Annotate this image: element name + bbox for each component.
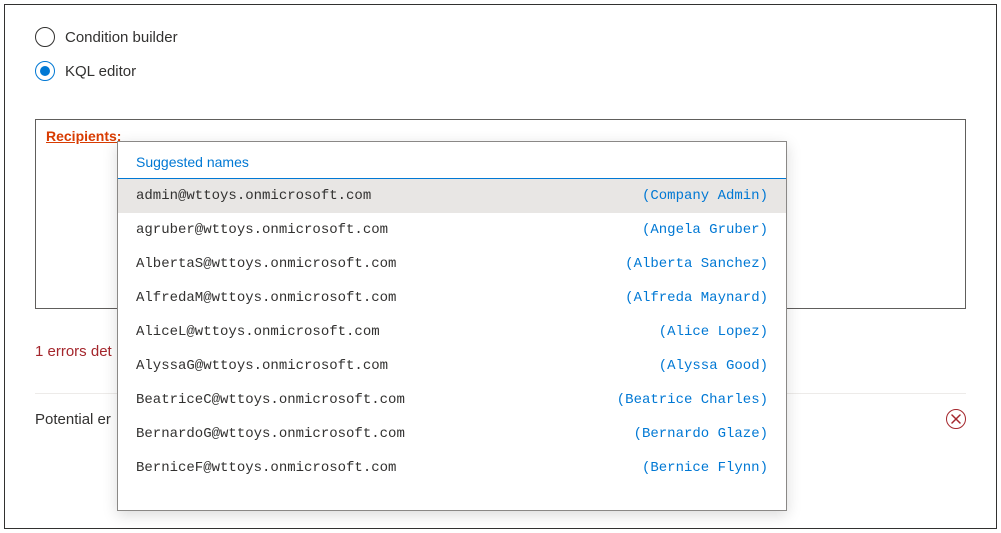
autocomplete-displayname: (Alfreda Maynard) [625,290,768,306]
autocomplete-email: BeatriceC@wttoys.onmicrosoft.com [136,392,405,408]
autocomplete-dropdown: Suggested names admin@wttoys.onmicrosoft… [117,141,787,511]
close-icon [951,414,961,424]
autocomplete-email: AlyssaG@wttoys.onmicrosoft.com [136,358,388,374]
autocomplete-email: AliceL@wttoys.onmicrosoft.com [136,324,380,340]
errors-detected-text: 1 errors det [35,343,112,360]
recipients-keyword: Recipients: [46,128,121,144]
autocomplete-email: agruber@wttoys.onmicrosoft.com [136,222,388,238]
dismiss-error-button[interactable] [946,409,966,429]
potential-errors-label: Potential er [35,411,111,428]
autocomplete-item[interactable]: AlyssaG@wttoys.onmicrosoft.com (Alyssa G… [118,349,786,383]
autocomplete-item[interactable]: AlfredaM@wttoys.onmicrosoft.com (Alfreda… [118,281,786,315]
autocomplete-displayname: (Alberta Sanchez) [625,256,768,272]
content-area: Condition builder KQL editor [5,5,996,81]
autocomplete-item[interactable]: AliceL@wttoys.onmicrosoft.com (Alice Lop… [118,315,786,349]
autocomplete-item[interactable]: agruber@wttoys.onmicrosoft.com (Angela G… [118,213,786,247]
autocomplete-item[interactable]: admin@wttoys.onmicrosoft.com (Company Ad… [118,179,786,213]
autocomplete-item[interactable]: BerniceF@wttoys.onmicrosoft.com (Bernice… [118,451,786,485]
autocomplete-email: admin@wttoys.onmicrosoft.com [136,188,371,204]
app-frame: Condition builder KQL editor Recipients:… [4,4,997,529]
radio-icon [35,27,55,47]
autocomplete-item[interactable]: AlbertaS@wttoys.onmicrosoft.com (Alberta… [118,247,786,281]
autocomplete-displayname: (Bernardo Glaze) [634,426,768,442]
autocomplete-item[interactable]: BeatriceC@wttoys.onmicrosoft.com (Beatri… [118,383,786,417]
autocomplete-list: admin@wttoys.onmicrosoft.com (Company Ad… [118,179,786,485]
radio-icon-selected [35,61,55,81]
autocomplete-displayname: (Company Admin) [642,188,768,204]
radio-label: KQL editor [65,63,136,80]
autocomplete-item[interactable]: BernardoG@wttoys.onmicrosoft.com (Bernar… [118,417,786,451]
autocomplete-email: BerniceF@wttoys.onmicrosoft.com [136,460,396,476]
autocomplete-displayname: (Angela Gruber) [642,222,768,238]
autocomplete-email: BernardoG@wttoys.onmicrosoft.com [136,426,405,442]
radio-kql-editor[interactable]: KQL editor [35,61,966,81]
radio-condition-builder[interactable]: Condition builder [35,27,966,47]
autocomplete-displayname: (Beatrice Charles) [617,392,768,408]
radio-label: Condition builder [65,29,178,46]
autocomplete-header: Suggested names [118,142,786,179]
autocomplete-displayname: (Bernice Flynn) [642,460,768,476]
autocomplete-email: AlbertaS@wttoys.onmicrosoft.com [136,256,396,272]
autocomplete-email: AlfredaM@wttoys.onmicrosoft.com [136,290,396,306]
autocomplete-displayname: (Alice Lopez) [659,324,768,340]
autocomplete-displayname: (Alyssa Good) [659,358,768,374]
